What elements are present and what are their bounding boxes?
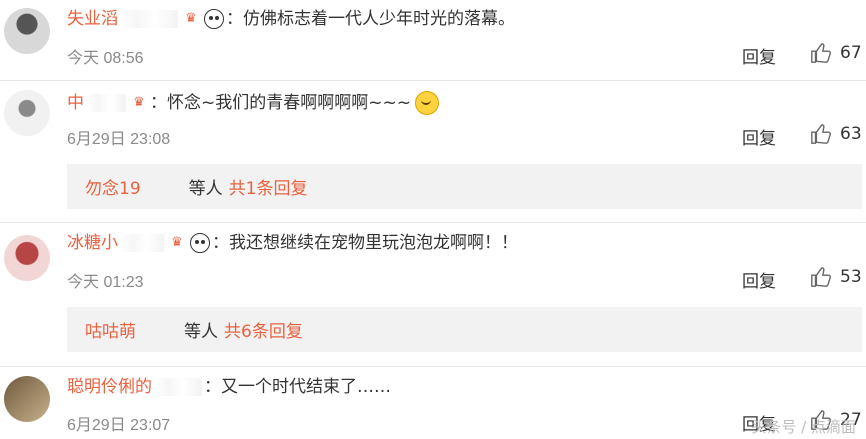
avatar[interactable] [4, 90, 50, 136]
username[interactable]: 聪明伶俐的 [67, 377, 152, 397]
reply-button[interactable]: 回复 [742, 43, 776, 68]
thumbs-up-icon [811, 124, 831, 144]
timestamp: 今天 01:23 [67, 274, 144, 291]
crying-emoji-icon [414, 91, 439, 115]
like-button[interactable]: 53 [810, 266, 862, 288]
thumbs-up-icon [811, 267, 831, 287]
panda-icon [204, 9, 224, 29]
blur-mask [142, 177, 183, 196]
like-button[interactable]: 67 [810, 42, 862, 64]
like-count: 53 [840, 267, 862, 287]
blur-mask [86, 94, 126, 112]
divider [0, 80, 866, 81]
comment-line: 聪明伶俐的 ：又一个时代结束了…… [67, 377, 391, 397]
view-replies-link[interactable]: 共6条回复 [224, 317, 303, 342]
comment-text: ：仿佛标志着一代人少年时光的落幕。 [226, 9, 515, 29]
blur-mask [138, 320, 178, 339]
sub-reply-summary[interactable]: 勿念19 等人 共1条回复 [67, 164, 862, 209]
comment-line: 中 ♛ ：怀念~我们的青春啊啊啊啊~~~ [67, 91, 439, 115]
divider [0, 222, 866, 223]
divider [0, 366, 866, 367]
avatar[interactable] [4, 376, 50, 422]
comment-line: 冰糖小 ♛ ：我还想继续在宠物里玩泡泡龙啊啊！！ [67, 233, 518, 253]
sub-reply-etc: 等人 [184, 322, 218, 342]
panda-icon [190, 233, 210, 253]
timestamp: 6月29日 23:08 [67, 131, 171, 148]
username[interactable]: 中 [67, 93, 84, 113]
crown-badge-icon: ♛ [133, 95, 145, 110]
avatar[interactable] [4, 8, 50, 54]
sub-reply-etc: 等人 [188, 179, 223, 199]
watermark: 头条号 / 点滴面 [751, 418, 856, 436]
username[interactable]: 冰糖小 [67, 233, 118, 253]
comment-line: 失业滔 ♛ ：仿佛标志着一代人少年时光的落幕。 [67, 9, 515, 29]
view-replies-link[interactable]: 共1条回复 [229, 174, 308, 199]
blur-mask [120, 234, 164, 252]
username[interactable]: 失业滔 [67, 9, 118, 29]
avatar[interactable] [4, 235, 50, 281]
crown-badge-icon: ♛ [185, 11, 197, 26]
thumbs-up-icon [811, 43, 831, 63]
comment-text: ：怀念~我们的青春啊啊啊啊~~~ [150, 93, 411, 113]
like-button[interactable]: 63 [810, 123, 862, 145]
blur-mask [120, 10, 178, 28]
blur-mask [154, 378, 202, 396]
like-count: 67 [840, 43, 862, 63]
timestamp: 今天 08:56 [67, 50, 144, 67]
sub-reply-user[interactable]: 勿念19 [85, 174, 141, 199]
timestamp: 6月29日 23:07 [67, 417, 171, 434]
crown-badge-icon: ♛ [171, 235, 183, 250]
reply-button[interactable]: 回复 [742, 267, 776, 292]
sub-reply-summary[interactable]: 咕咕萌 等人 共6条回复 [67, 307, 862, 352]
comment-text: ：又一个时代结束了…… [204, 377, 391, 397]
sub-reply-user[interactable]: 咕咕萌 [85, 317, 136, 342]
like-count: 63 [840, 124, 862, 144]
reply-button[interactable]: 回复 [742, 124, 776, 149]
comment-text: ：我还想继续在宠物里玩泡泡龙啊啊！！ [212, 233, 518, 253]
